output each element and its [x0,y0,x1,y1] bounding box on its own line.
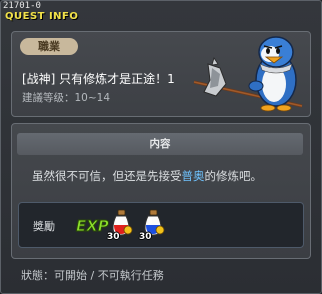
quest-info-window: 21701-0 QUEST INFO 職業 [战神] 只有修炼才是正途！1 建議… [0,0,322,294]
quest-name: [战神] 只有修炼才是正途！1 [22,72,175,86]
reward-item-blue-potion[interactable]: 30 [139,208,167,242]
quest-status: 狀態：可開始 / 不可執行任務 [21,269,164,282]
content-description: 虽然很不可信，但还是先接受普奥的修炼吧。 [32,168,262,184]
reward-item-count: 30 [107,232,120,242]
job-badge: 職業 [20,38,78,55]
npc-name-highlight: 普奥 [181,169,205,183]
exp-icon-text: EXP [76,217,109,235]
penguin-npc-portrait [193,36,303,112]
reward-item-count: 30 [139,232,152,242]
reward-item-red-potion[interactable]: 30 [107,208,135,242]
content-header: 内容 [17,133,303,155]
reward-label: 獎勵 [33,220,55,233]
window-title: QUEST INFO [5,11,79,22]
reward-box: 獎勵 EXP 30 30 [18,202,304,248]
content-text-before: 虽然很不可信，但还是先接受 [32,169,182,183]
content-text-after: 的修炼吧。 [204,169,263,183]
quest-content-panel: 内容 虽然很不可信，但还是先接受普奥的修炼吧。 獎勵 EXP 30 30 [11,123,311,259]
window-id-label: 21701-0 [3,1,41,11]
quest-level-requirement: 建議等级：10~14 [22,92,111,104]
exp-icon: EXP [76,217,110,236]
quest-header-panel: 職業 [战神] 只有修炼才是正途！1 建議等级：10~14 [11,31,311,117]
